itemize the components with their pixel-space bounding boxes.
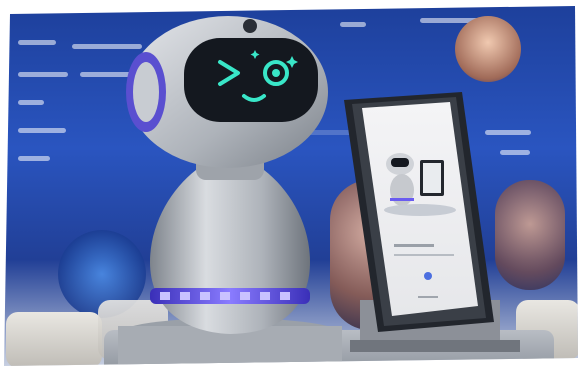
tablet-home-indicator <box>418 296 438 298</box>
robot-ear <box>126 52 166 132</box>
robot-body <box>150 170 310 334</box>
robot-waist-ring <box>150 288 310 304</box>
tablet-voice-indicator-icon <box>424 272 432 280</box>
camera-lens <box>243 19 257 33</box>
robot-scene <box>118 16 520 366</box>
robot-face-screen <box>184 38 318 122</box>
photo-frame <box>4 6 578 366</box>
